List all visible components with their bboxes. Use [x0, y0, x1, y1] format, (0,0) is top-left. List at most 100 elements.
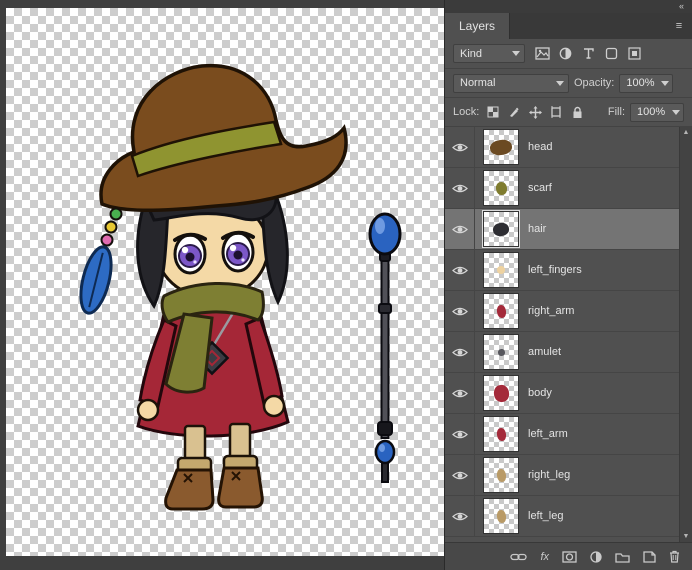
visibility-toggle[interactable] [445, 496, 475, 536]
eye-icon [451, 143, 468, 151]
type-layers-filter-icon[interactable] [578, 44, 599, 63]
visibility-toggle[interactable] [445, 332, 475, 372]
adjustment-layers-filter-icon[interactable] [555, 44, 576, 63]
layer-thumbnail[interactable] [483, 375, 519, 411]
layer-row[interactable]: hair [445, 209, 679, 250]
layer-name: body [528, 387, 552, 399]
layer-row[interactable]: left_fingers [445, 250, 679, 291]
visibility-toggle[interactable] [445, 209, 475, 249]
layer-name: right_leg [528, 469, 571, 481]
new-layer-icon[interactable] [643, 550, 656, 563]
collapse-panels-icon[interactable]: « [679, 2, 684, 11]
eye-icon [451, 512, 468, 520]
workspace [0, 0, 444, 570]
layer-thumbnail[interactable] [483, 498, 519, 534]
new-group-icon[interactable] [615, 551, 630, 563]
character-artwork [79, 63, 402, 511]
visibility-toggle[interactable] [445, 168, 475, 208]
layer-thumbnail-art [494, 180, 508, 196]
opacity-field[interactable]: 100% [619, 73, 674, 93]
right-hand-shape [262, 394, 286, 418]
shape-layers-filter-icon[interactable] [601, 44, 622, 63]
new-adjustment-layer-icon[interactable] [590, 550, 602, 563]
visibility-toggle[interactable] [445, 127, 475, 167]
layer-row[interactable]: head [445, 127, 679, 168]
smart-object-filter-icon[interactable] [624, 44, 645, 63]
lock-row: Lock: Fill: 100% [445, 98, 692, 127]
visibility-toggle[interactable] [445, 291, 475, 331]
lock-transparent-pixels-icon[interactable] [484, 103, 502, 122]
lock-image-pixels-icon[interactable] [505, 103, 523, 122]
left-hand-shape [136, 398, 160, 422]
layer-list-container: head scarf hair left_fingers right_arm a… [445, 127, 692, 542]
layer-thumbnail-art [489, 138, 513, 156]
scroll-down-icon[interactable]: ▼ [683, 533, 690, 540]
filter-row: Kind [445, 39, 692, 69]
fill-field[interactable]: 100% [630, 102, 684, 122]
layer-thumbnail-art [495, 467, 507, 483]
layer-row[interactable]: body [445, 373, 679, 414]
layer-row[interactable]: scarf [445, 168, 679, 209]
left-boot-shape [217, 466, 264, 509]
layer-thumbnail-art [497, 348, 505, 356]
eye-icon [451, 225, 468, 233]
document-canvas[interactable] [6, 8, 444, 556]
layer-name: scarf [528, 182, 552, 194]
lock-artboard-icon[interactable] [547, 103, 565, 122]
layer-name: amulet [528, 346, 562, 358]
layer-thumbnail[interactable] [483, 457, 519, 493]
panel-header-strip: « [445, 0, 692, 13]
pixel-layers-filter-icon[interactable] [532, 44, 553, 63]
layer-thumbnail[interactable] [483, 334, 519, 370]
link-layers-icon[interactable] [510, 552, 528, 562]
eye-icon [451, 471, 468, 479]
layer-thumbnail[interactable] [483, 293, 519, 329]
layer-thumbnail[interactable] [483, 129, 519, 165]
layer-row[interactable]: left_leg [445, 496, 679, 537]
lock-position-icon[interactable] [526, 103, 544, 122]
panel-tab-bar: Layers ≡ [445, 13, 692, 39]
add-layer-mask-icon[interactable] [562, 550, 577, 563]
layer-thumbnail-art [496, 265, 506, 275]
opacity-value: 100% [626, 77, 655, 89]
layer-row[interactable]: left_arm [445, 414, 679, 455]
layer-list-scrollbar[interactable]: ▲ ▼ [679, 127, 692, 542]
layer-thumbnail[interactable] [483, 252, 519, 288]
layer-name: head [528, 141, 553, 153]
layer-name: right_arm [528, 305, 575, 317]
opacity-label: Opacity: [574, 77, 615, 89]
layer-effects-icon[interactable]: fx [540, 551, 549, 563]
visibility-toggle[interactable] [445, 455, 475, 495]
scroll-up-icon[interactable]: ▲ [683, 129, 690, 136]
layers-panel: « Layers ≡ Kind Normal Opacity: 100% Loc… [444, 0, 692, 570]
layer-thumbnail-art [492, 383, 510, 403]
panel-menu-icon[interactable]: ≡ [666, 13, 692, 39]
chevron-down-icon [512, 51, 520, 56]
layer-row[interactable]: amulet [445, 332, 679, 373]
fill-value: 100% [637, 106, 666, 118]
layer-thumbnail-art [495, 508, 507, 524]
delete-layer-icon[interactable] [669, 550, 680, 563]
blend-mode-dropdown[interactable]: Normal [453, 73, 569, 93]
chevron-down-icon [556, 80, 564, 86]
lock-all-icon[interactable] [568, 103, 586, 122]
layer-name: left_leg [528, 510, 564, 522]
eye-icon [451, 184, 468, 192]
kind-dropdown[interactable]: Kind [453, 44, 525, 63]
tab-layers[interactable]: Layers [445, 13, 511, 39]
layer-row[interactable]: right_leg [445, 455, 679, 496]
visibility-toggle[interactable] [445, 250, 475, 290]
layer-name: hair [528, 223, 547, 235]
layer-thumbnail[interactable] [483, 416, 519, 452]
layer-row[interactable]: right_arm [445, 291, 679, 332]
layer-thumbnail[interactable] [483, 170, 519, 206]
layer-thumbnail[interactable] [482, 210, 520, 248]
layer-thumbnail-art [495, 426, 507, 442]
visibility-toggle[interactable] [445, 373, 475, 413]
layer-thumbnail-art [495, 303, 507, 319]
lock-label: Lock: [453, 106, 480, 118]
visibility-toggle[interactable] [445, 414, 475, 454]
blend-row: Normal Opacity: 100% [445, 69, 692, 98]
fill-label: Fill: [607, 106, 625, 118]
layer-name: left_fingers [528, 264, 582, 276]
